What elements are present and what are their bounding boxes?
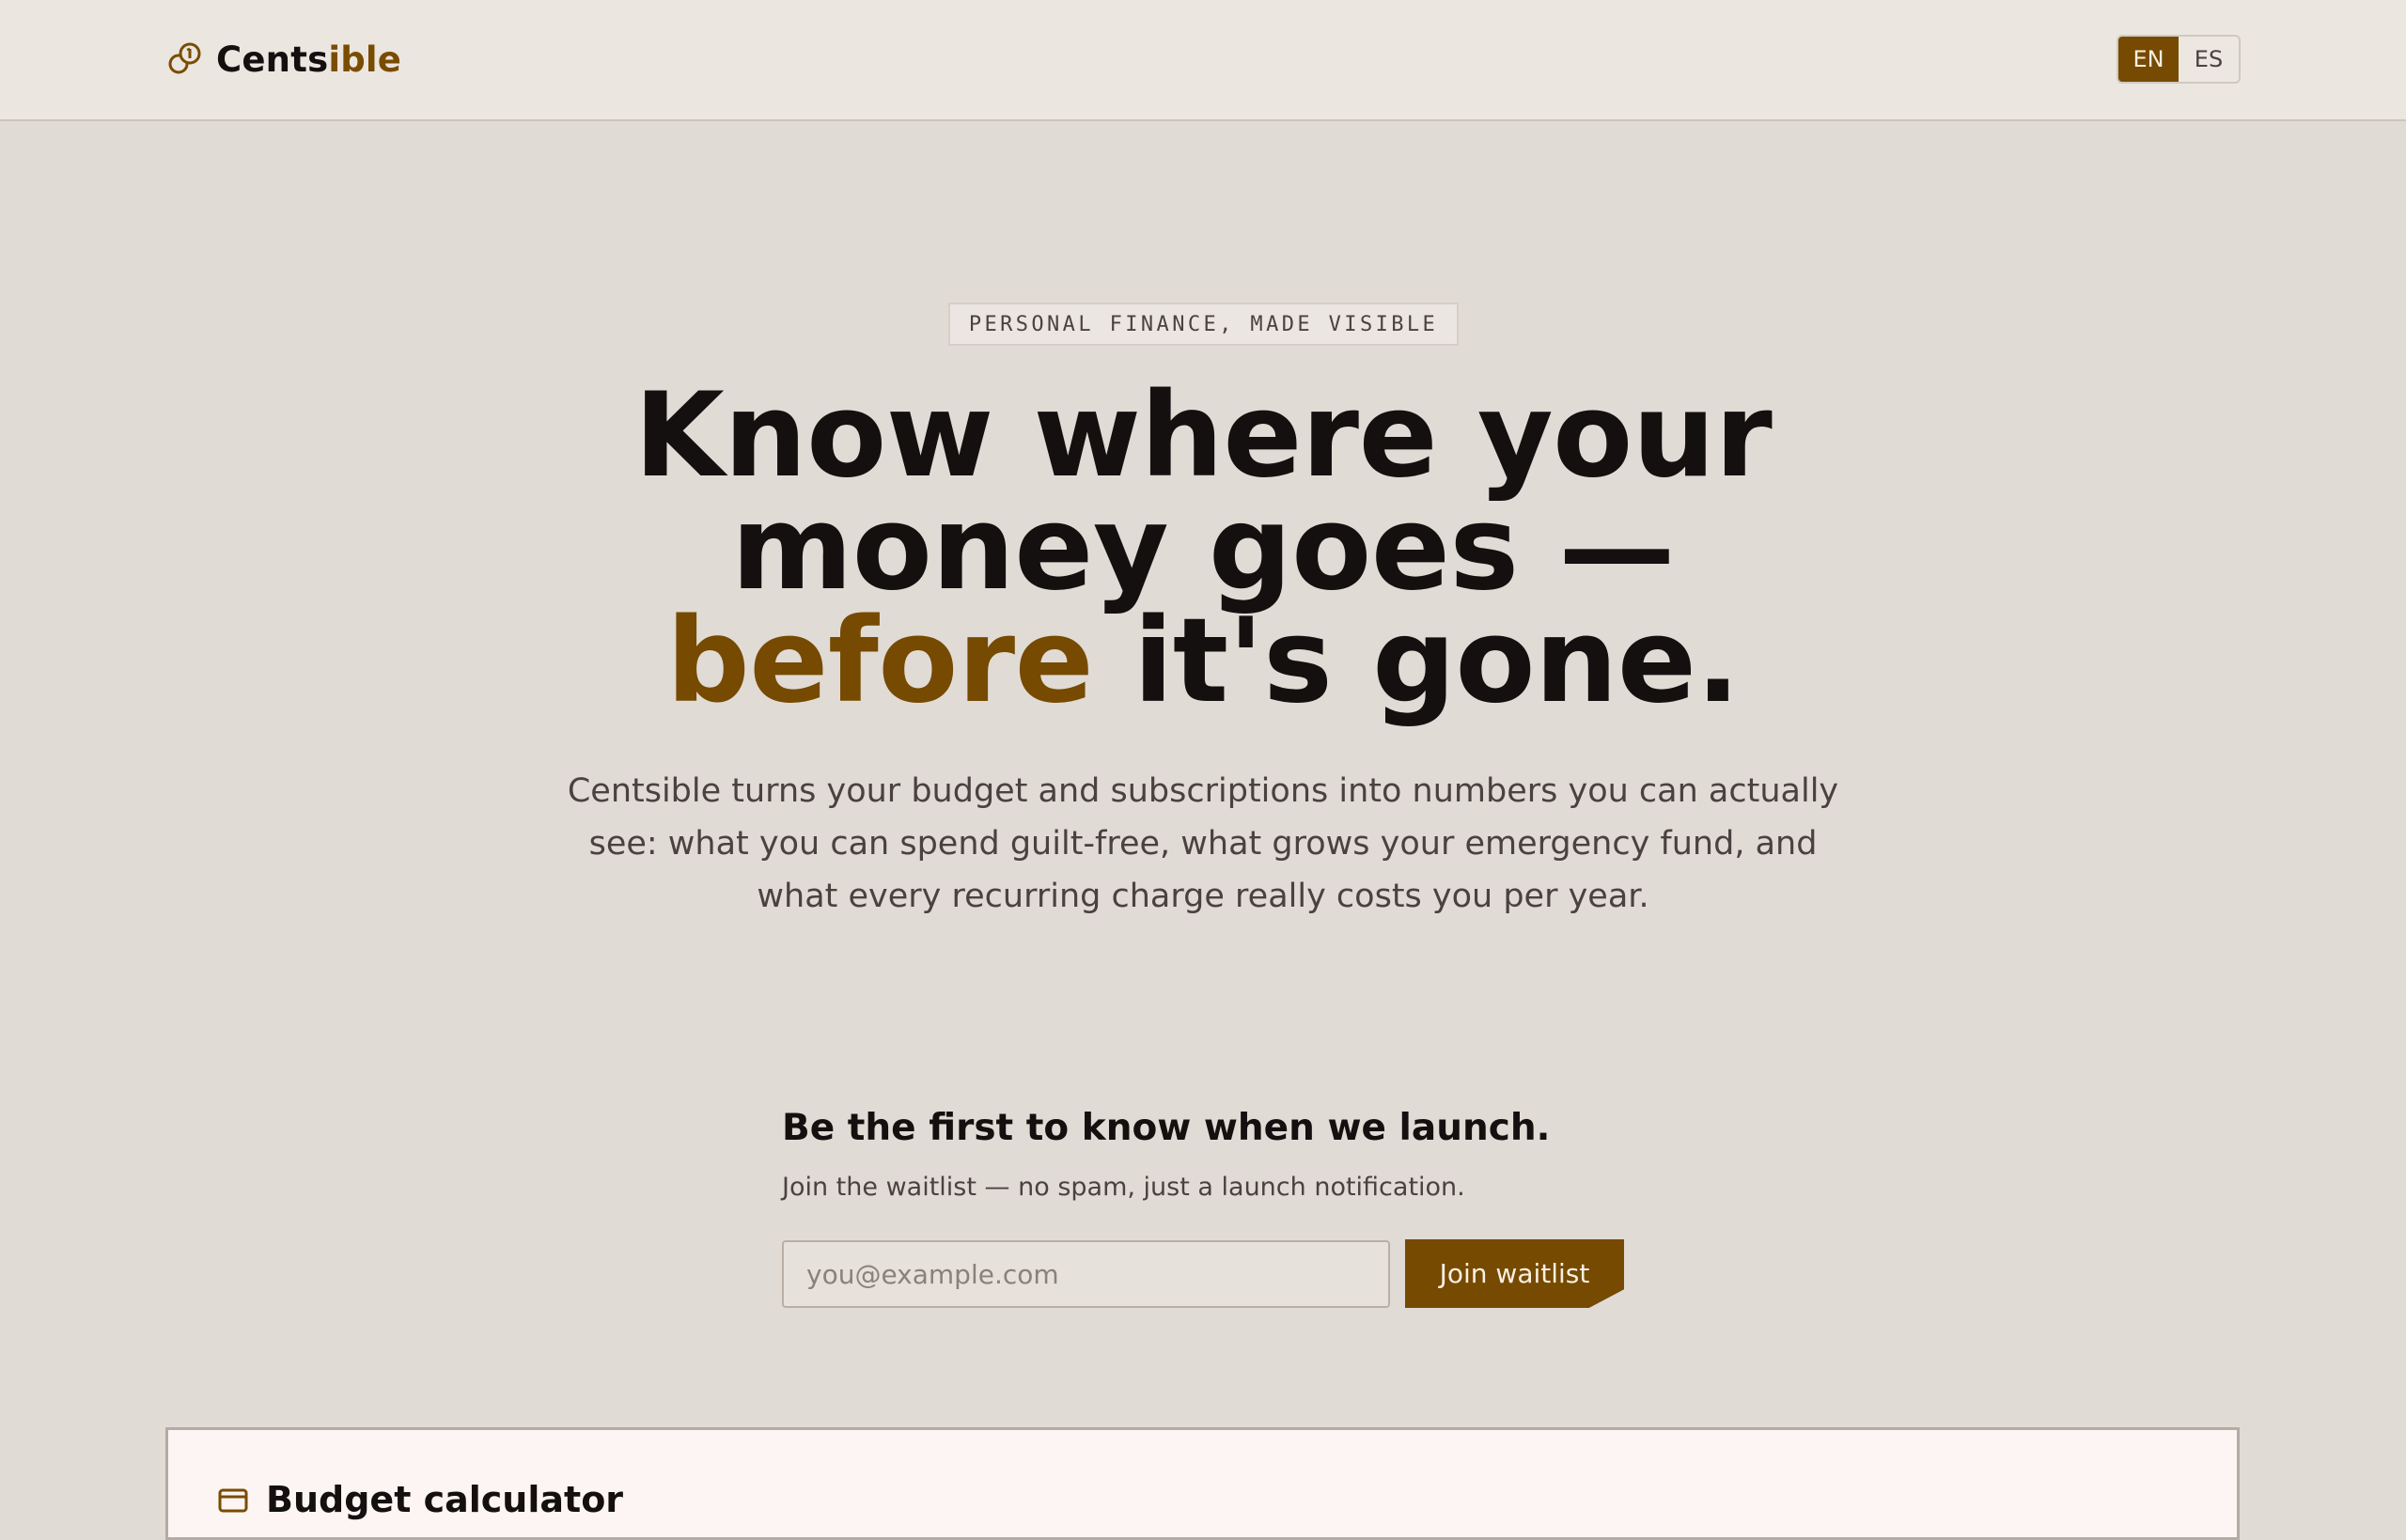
card-header: Budget calculator [217, 1479, 623, 1520]
email-input[interactable] [782, 1240, 1390, 1308]
waitlist-title: Be the first to know when we launch. [782, 1107, 1551, 1149]
brand-name-part2: ible [328, 39, 402, 80]
hero-title: Know where your money goes — before it's… [451, 378, 1955, 720]
brand-name-part1: Cents [216, 39, 329, 80]
lang-en-button[interactable]: EN [2118, 37, 2179, 82]
brand-name: Centsible [216, 39, 401, 80]
hero-eyebrow: PERSONAL FINANCE, MADE VISIBLE [948, 303, 1459, 346]
coins-icon [168, 42, 201, 74]
hero-title-rest: it's gone. [1093, 594, 1741, 729]
budget-calculator-card: Budget calculator [165, 1427, 2240, 1540]
join-waitlist-button[interactable]: Join waitlist [1405, 1239, 1624, 1308]
language-switcher: EN ES [2117, 35, 2241, 84]
lang-es-button[interactable]: ES [2179, 37, 2239, 82]
brand-logo[interactable]: Centsible [165, 36, 401, 83]
hero-subtitle: Centsible turns your budget and subscrip… [567, 772, 1839, 915]
hero-title-accent: before [665, 594, 1094, 729]
card-title: Budget calculator [266, 1479, 624, 1520]
waitlist-subtitle: Join the waitlist — no spam, just a laun… [782, 1173, 1465, 1202]
wallet-icon [218, 1488, 248, 1513]
site-header: Centsible EN ES [0, 0, 2406, 121]
